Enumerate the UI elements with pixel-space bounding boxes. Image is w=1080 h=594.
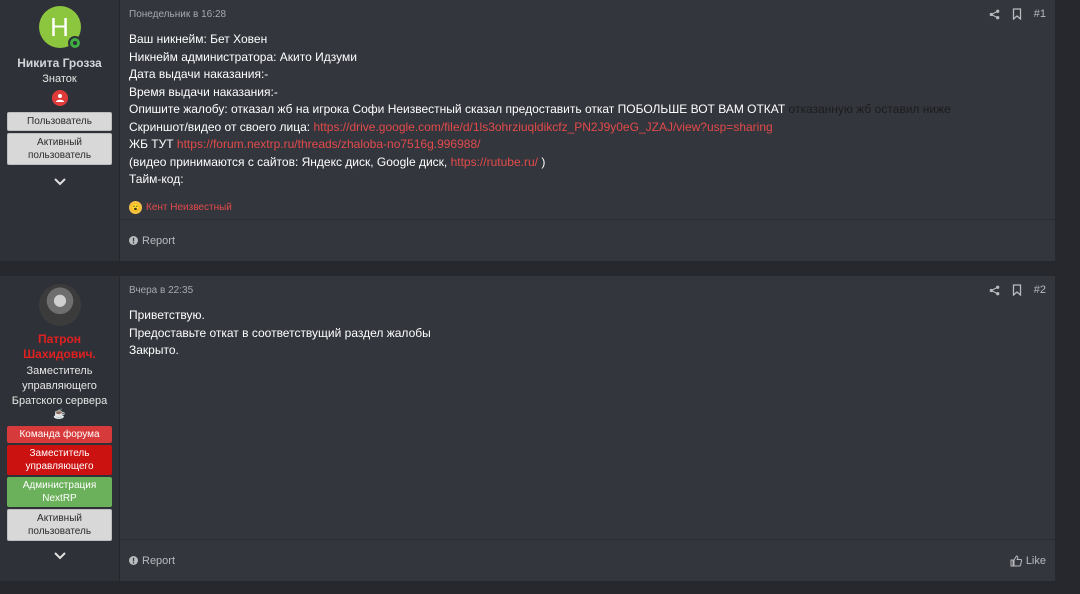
user-badge-icon — [51, 90, 68, 106]
user-banner: Команда форума — [7, 426, 112, 443]
post-footer: Report Like — [120, 539, 1055, 581]
bookmark-icon[interactable] — [1012, 8, 1022, 20]
complaint-text: Опишите жалобу: отказал жб на игрока Соф… — [129, 102, 786, 116]
user-title: Знаток — [42, 73, 77, 85]
user-banner: Пользователь — [7, 112, 112, 131]
post-number[interactable]: #1 — [1034, 8, 1046, 20]
forum-link[interactable]: https://forum.nextrp.ru/threads/zhaloba-… — [177, 137, 481, 151]
post-line: ЖБ ТУТ https://forum.nextrp.ru/threads/z… — [129, 136, 1046, 154]
username[interactable]: Патрон Шахидович. — [10, 332, 110, 362]
post-body: Ваш никнейм: Бет Ховен Никнейм администр… — [129, 31, 1046, 216]
post-line: Закрыто. — [129, 343, 179, 357]
cup-icon: ☕ — [53, 409, 66, 420]
post-footer: Report — [120, 219, 1055, 261]
screenshot-label: Скриншот/видео от своего лица: — [129, 119, 311, 134]
post-line: Предоставьте откат в соответствущий разд… — [129, 325, 431, 340]
share-icon[interactable] — [989, 285, 1000, 296]
post-1-user-panel: H Никита Грозза Знаток Пользователь Акти… — [0, 0, 120, 261]
online-status-icon — [67, 36, 82, 50]
report-icon — [129, 236, 138, 245]
avatar[interactable] — [38, 284, 81, 326]
report-button[interactable]: Report — [129, 555, 175, 567]
avatar-letter: H — [50, 11, 69, 42]
like-icon — [1010, 554, 1022, 567]
post-line: Ваш никнейм: Бет Ховен — [129, 32, 268, 46]
user-title: Заместитель управляющего Братского серве… — [11, 365, 108, 407]
share-icon[interactable] — [989, 9, 1000, 20]
user-banner: Администрация NextRP — [7, 477, 112, 507]
post-line: Приветствую. — [129, 308, 205, 322]
drive-link[interactable]: https://drive.google.com/file/d/1ls3ohrz… — [313, 120, 772, 134]
post-actions: #2 — [989, 284, 1046, 296]
bookmark-icon[interactable] — [1012, 284, 1022, 296]
post-line: Никнейм администратора: Акито Идзуми — [129, 49, 357, 64]
post-2-content: Вчера в 22:35 #2 Приветствую. Предоставь… — [120, 276, 1055, 581]
post-date[interactable]: Понедельник в 16:28 — [129, 9, 226, 20]
reaction-user[interactable]: Кент Неизвестный — [146, 199, 232, 217]
post-2-user-panel: Патрон Шахидович. Заместитель управляюще… — [0, 276, 120, 581]
post-line: Опишите жалобу: отказал жб на игрока Соф… — [129, 101, 1046, 119]
like-label: Like — [1025, 554, 1046, 567]
complaint-hidden-text: отказанную жб оставил ниже — [788, 102, 951, 116]
emoji-icon: 😮 — [129, 200, 142, 214]
like-button[interactable]: Like — [1010, 555, 1046, 567]
report-label: Report — [142, 234, 176, 247]
username[interactable]: Никита Грозза — [17, 56, 101, 70]
post-line: Тайм-код: — [129, 172, 184, 186]
chevron-down-icon[interactable] — [53, 549, 66, 563]
report-label: Report — [142, 554, 176, 567]
post-line: Дата выдачи наказания:- — [129, 67, 269, 81]
avatar[interactable]: H — [38, 6, 82, 50]
post-actions: #1 — [989, 8, 1046, 20]
post-2: Патрон Шахидович. Заместитель управляюще… — [0, 276, 1055, 581]
user-banner: Заместитель управляющего — [7, 445, 112, 475]
post-number[interactable]: #2 — [1034, 284, 1046, 296]
post-date[interactable]: Вчера в 22:35 — [129, 285, 193, 296]
video-note: (видео принимаются с сайтов: Яндекс диск… — [129, 154, 448, 169]
post-1: H Никита Грозза Знаток Пользователь Акти… — [0, 0, 1055, 261]
reactions-bar[interactable]: 😮 Кент Неизвестный — [129, 199, 1046, 217]
report-button[interactable]: Report — [129, 235, 175, 247]
post-body: Приветствую. Предоставьте откат в соотве… — [129, 307, 1046, 360]
chevron-down-icon[interactable] — [53, 175, 66, 189]
report-icon — [129, 556, 138, 565]
user-banner: Активный пользователь — [7, 509, 112, 541]
post-line: (видео принимаются с сайтов: Яндекс диск… — [129, 154, 1046, 172]
post-1-content: Понедельник в 16:28 #1 Ваш никнейм: Бет … — [120, 0, 1055, 261]
post-line: Скриншот/видео от своего лица: https://d… — [129, 119, 1046, 137]
user-banner: Активный пользователь — [7, 133, 112, 165]
post-line: Время выдачи наказания:- — [129, 84, 278, 99]
video-note-end: ) — [541, 154, 546, 169]
rutube-link[interactable]: https://rutube.ru/ — [451, 155, 538, 169]
complaint-link-label: ЖБ ТУТ — [129, 137, 174, 151]
